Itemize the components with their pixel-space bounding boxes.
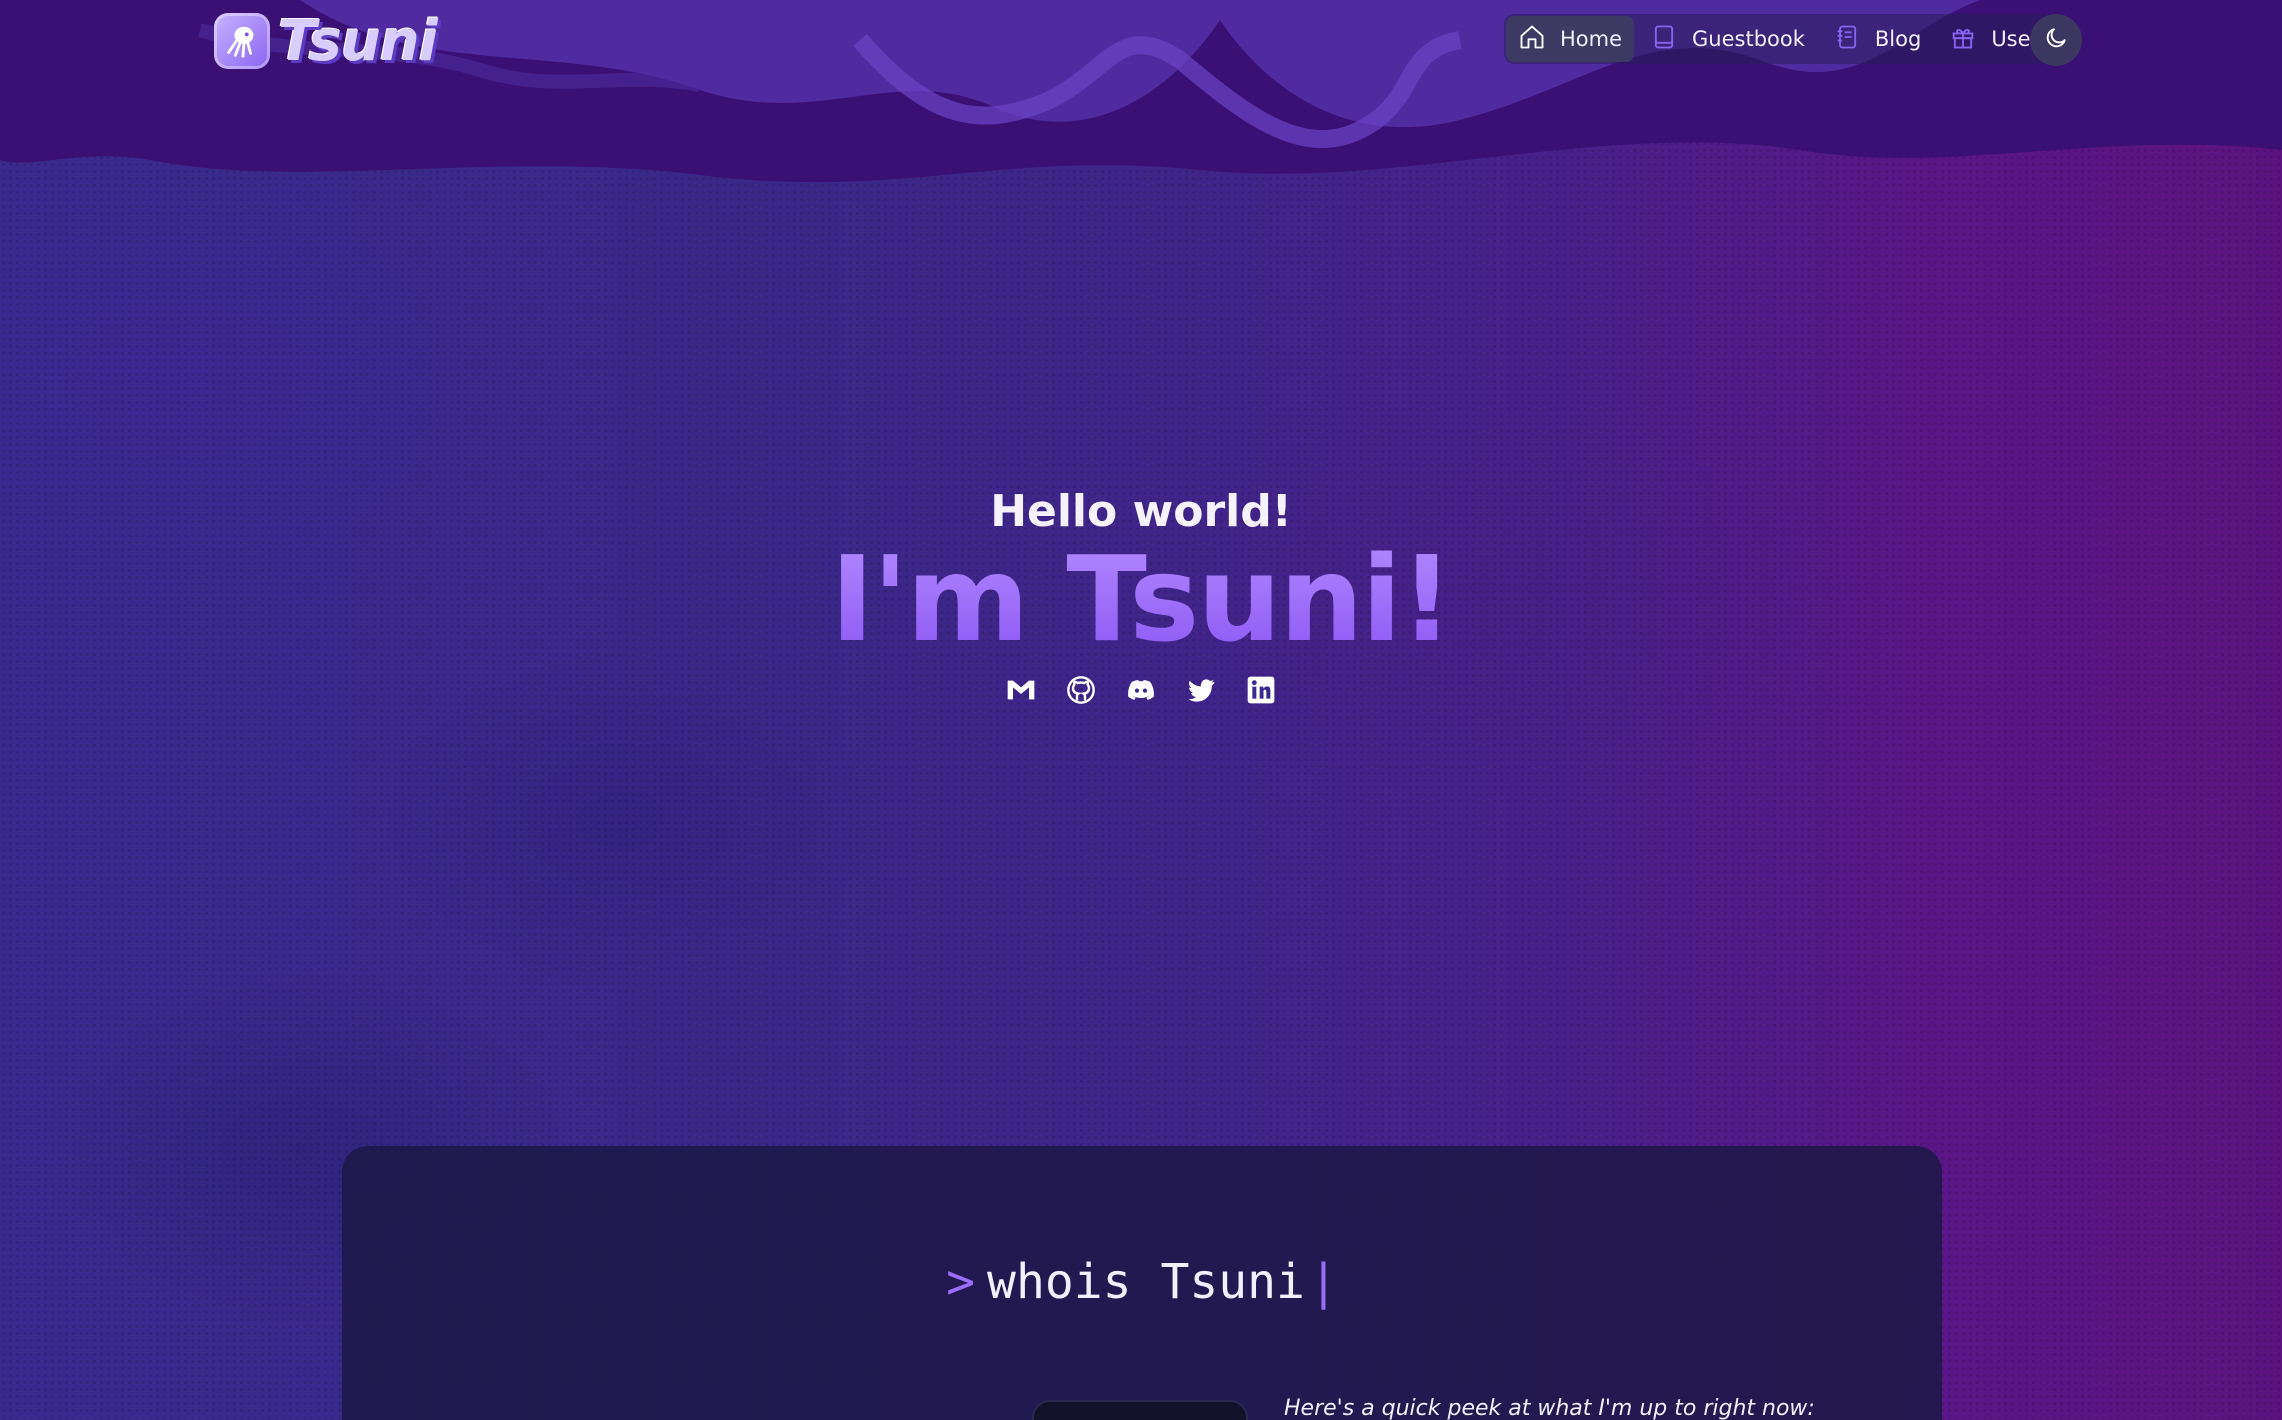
hero-title: I'm Tsuni! [0, 530, 2282, 668]
home-icon [1518, 23, 1546, 56]
social-links [0, 674, 2282, 706]
nav-item-home[interactable]: Home [1506, 16, 1635, 62]
nav-label-guestbook: Guestbook [1692, 27, 1805, 51]
book-icon [1650, 23, 1678, 56]
terminal-cursor: | [1308, 1254, 1338, 1310]
github-icon[interactable] [1065, 674, 1097, 706]
main-nav: Home Guestbook Blog Uses [1504, 14, 2056, 64]
terminal-prompt: > [946, 1254, 976, 1310]
terminal-command: whois Tsuni [987, 1254, 1305, 1310]
terminal-line: > whois Tsuni | [342, 1254, 1942, 1310]
nav-item-guestbook[interactable]: Guestbook [1638, 16, 1817, 62]
notebook-icon [1833, 23, 1861, 56]
nav-label-home: Home [1560, 27, 1623, 51]
gmail-icon[interactable] [1005, 674, 1037, 706]
moon-icon [2043, 25, 2069, 55]
nav-item-blog[interactable]: Blog [1821, 16, 1933, 62]
now-playing-widget[interactable] [1032, 1400, 1248, 1420]
theme-toggle-button[interactable] [2030, 14, 2082, 66]
site-name: Tsuni [278, 8, 438, 74]
site-logo[interactable]: Tsuni [214, 9, 438, 74]
gift-icon [1949, 23, 1977, 56]
about-card: > whois Tsuni | Here's a quick peek at w… [342, 1146, 1942, 1420]
linkedin-icon[interactable] [1245, 674, 1277, 706]
now-peek-text: Here's a quick peek at what I'm up to ri… [1284, 1396, 1815, 1420]
nav-label-blog: Blog [1874, 27, 1922, 51]
discord-icon[interactable] [1125, 674, 1157, 706]
twitter-icon[interactable] [1185, 674, 1217, 706]
squid-logo-icon [214, 13, 270, 69]
